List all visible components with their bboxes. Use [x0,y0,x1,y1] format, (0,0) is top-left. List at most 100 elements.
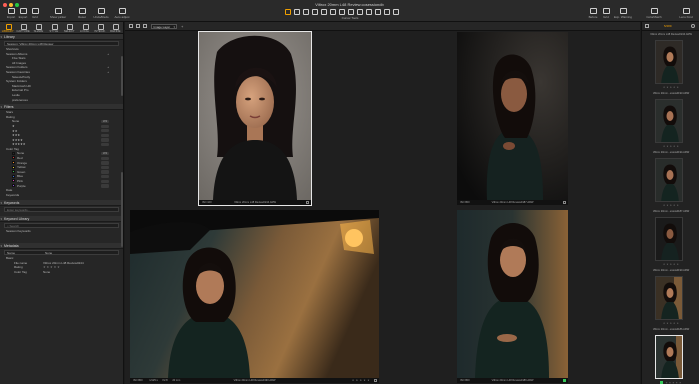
spot-removal-tool-icon[interactable] [321,9,327,15]
image-info-bar: ISO 800 Viltrox 20mm L48 Review0186.ARW [457,378,568,383]
cursor-tools-label: Cursor Tools [341,16,359,20]
brush-tool-icon[interactable] [330,9,336,15]
tab-refine[interactable]: REFINE [108,22,123,33]
filmstrip-thumbnail[interactable] [655,40,683,84]
metadata-preset-selector[interactable]: Name None [4,250,119,255]
color-swatch [12,165,15,169]
library-section-header[interactable]: Library [0,34,123,40]
single-view-icon[interactable] [129,24,133,28]
lens-button[interactable]: Lens Kind [676,8,696,22]
color-swatch [12,184,15,188]
thumbnail-rating[interactable]: ★ ★ ★ ★ ★ [646,322,696,325]
colormatch-button[interactable]: ColorMatch [645,8,663,22]
image-info-bar: ISO 800 1/125 s f/2.8 20 mm Viltrox 20mm… [130,378,379,383]
color-swatch [12,170,15,174]
keyword-library-row[interactable]: Session Keywords [0,229,123,234]
thumbnail-name: Viltrox 20mm...eview0194.ARW [652,151,690,154]
filmstrip-thumbnail-selected[interactable] [655,335,683,379]
pan-tool-icon[interactable] [285,9,291,15]
thumbnail-photo [656,336,682,378]
tab-library[interactable]: LIBRARY [0,22,15,33]
annotate-tool-icon[interactable] [384,9,390,15]
image-info-bar: ISO 100 Viltrox 20mm L48 Review0244.ARW [199,200,311,205]
color-picker-tool-icon[interactable] [366,9,372,15]
library-item[interactable]: preferences [0,98,123,103]
keystone-tool-icon[interactable] [312,9,318,15]
portrait-photo [457,210,568,378]
metadata-fields: Basic File name Viltrox 20mm L48 Review02… [0,256,123,274]
crop-tool-icon[interactable] [294,9,300,15]
keyword-library-section-header[interactable]: Keyword Library [0,216,123,223]
thumbnail-photo [656,159,682,201]
color-tag-icon[interactable] [563,201,566,204]
filters-scrollbar[interactable] [121,172,123,247]
library-scrollbar[interactable] [121,56,123,96]
thumbnail-rating[interactable]: ★ ★ ★ ★ ★ [646,145,696,148]
thumbnail-rating[interactable]: ★ ★ ★ ★ ★ [646,263,696,266]
session-selector[interactable]: Session: Viltrox 20mm L48 Review [4,41,119,46]
sort-icon[interactable] [645,24,649,28]
viewer-image[interactable]: ISO 800 1/125 s f/2.8 20 mm Viltrox 20mm… [130,210,379,383]
metadata-section-header[interactable]: Metadata [0,243,123,249]
auto-adjust-button[interactable]: Auto adjust [112,8,132,22]
tab-select[interactable]: SELECT [62,22,77,33]
viewer-image[interactable]: ISO 800 Viltrox 20mm L48 Review0186.ARW [457,210,568,383]
tab-integrations[interactable]: INTEGR. [92,22,107,33]
viewer-image[interactable]: ISO 100 Viltrox 20mm L48 Review0244.ARW [198,31,312,206]
tab-local[interactable]: LOCAL [77,22,92,33]
gradient-tool-icon[interactable] [348,9,354,15]
auto-adjust-icon [118,8,126,14]
viewer-image[interactable]: ISO 800 Viltrox 20mm L48 Review0187.ARW [457,32,568,205]
multi-view-icon[interactable] [136,24,140,28]
thumbnail-rating[interactable]: ★ ★ ★ ★ ★ [646,204,696,207]
filmstrip-thumbnail[interactable] [655,158,683,202]
filter-keywords-head[interactable]: Keywords [0,193,123,198]
window-title: Viltrox 20mm L48 Review.cosessiondb [315,1,384,7]
add-variant-icon[interactable]: + [181,24,183,29]
rating-stars[interactable]: ★ ★ ★ ★ ★ [352,378,370,383]
cursor-tools [285,9,415,15]
filmstrip-thumbnail[interactable] [655,99,683,143]
portrait-photo [130,210,379,378]
show-picker-button[interactable]: Show picker [48,8,68,22]
thumbnail-name: Viltrox 20mm...eview0190.ARW [652,269,690,272]
reset-button[interactable]: Reset [74,8,90,22]
before-after-icon [589,8,597,14]
rotate-tool-icon[interactable] [303,9,309,15]
picker-icon [54,8,62,14]
thumbnail-name: Viltrox 20mm...eview0186.ARW [652,328,690,331]
viewer: Image Layer + ISO 100 Viltrox 20mm L48 R… [125,22,640,384]
undo-redo-button[interactable]: Undo/Redo [91,8,111,22]
grid-overlay-button[interactable]: Grid [598,8,614,22]
grid-toolbar-button[interactable]: Grid [27,8,43,22]
compare-view-icon[interactable] [143,24,147,28]
color-tag-icon[interactable] [306,201,309,204]
white-balance-tool-icon[interactable] [375,9,381,15]
radial-tool-icon[interactable] [357,9,363,15]
thumbnail-name: Viltrox 20mm...eview0187.ARW [652,210,690,213]
thumbnail-rating[interactable]: ★ ★ ★ ★ ★ [646,86,696,89]
tools-panel: LIBRARY CAPTURE SHARE STYLE SELECT LOCAL… [0,22,124,384]
green-color-tag-icon[interactable] [563,379,566,382]
color-swatch [12,179,15,183]
thumbnail-photo [656,218,682,260]
tab-share[interactable]: SHARE [31,22,46,33]
thumbnail-photo [656,41,682,83]
tab-style[interactable]: STYLE [46,22,61,33]
tab-capture[interactable]: CAPTURE [15,22,30,33]
portrait-photo [199,32,311,200]
keywords-section-header[interactable]: Keywords [0,200,123,207]
color-tag-icon[interactable] [374,379,377,382]
eraser-tool-icon[interactable] [339,9,345,15]
exposure-warning-button[interactable]: Exp. Warning [613,8,633,22]
keywords-input[interactable]: Enter keywords... [4,207,119,213]
heal-tool-icon[interactable] [393,9,399,15]
filmstrip-thumbnail[interactable] [655,217,683,261]
portrait-photo [457,32,568,200]
zoom-selector[interactable]: Image Layer [151,23,177,29]
filmstrip-thumbnail[interactable] [655,276,683,320]
search-icon[interactable] [691,24,695,28]
keyword-search-input[interactable]: ⌕ Search [4,223,119,229]
grid-icon [602,8,610,14]
exposure-warning-icon [619,8,627,14]
